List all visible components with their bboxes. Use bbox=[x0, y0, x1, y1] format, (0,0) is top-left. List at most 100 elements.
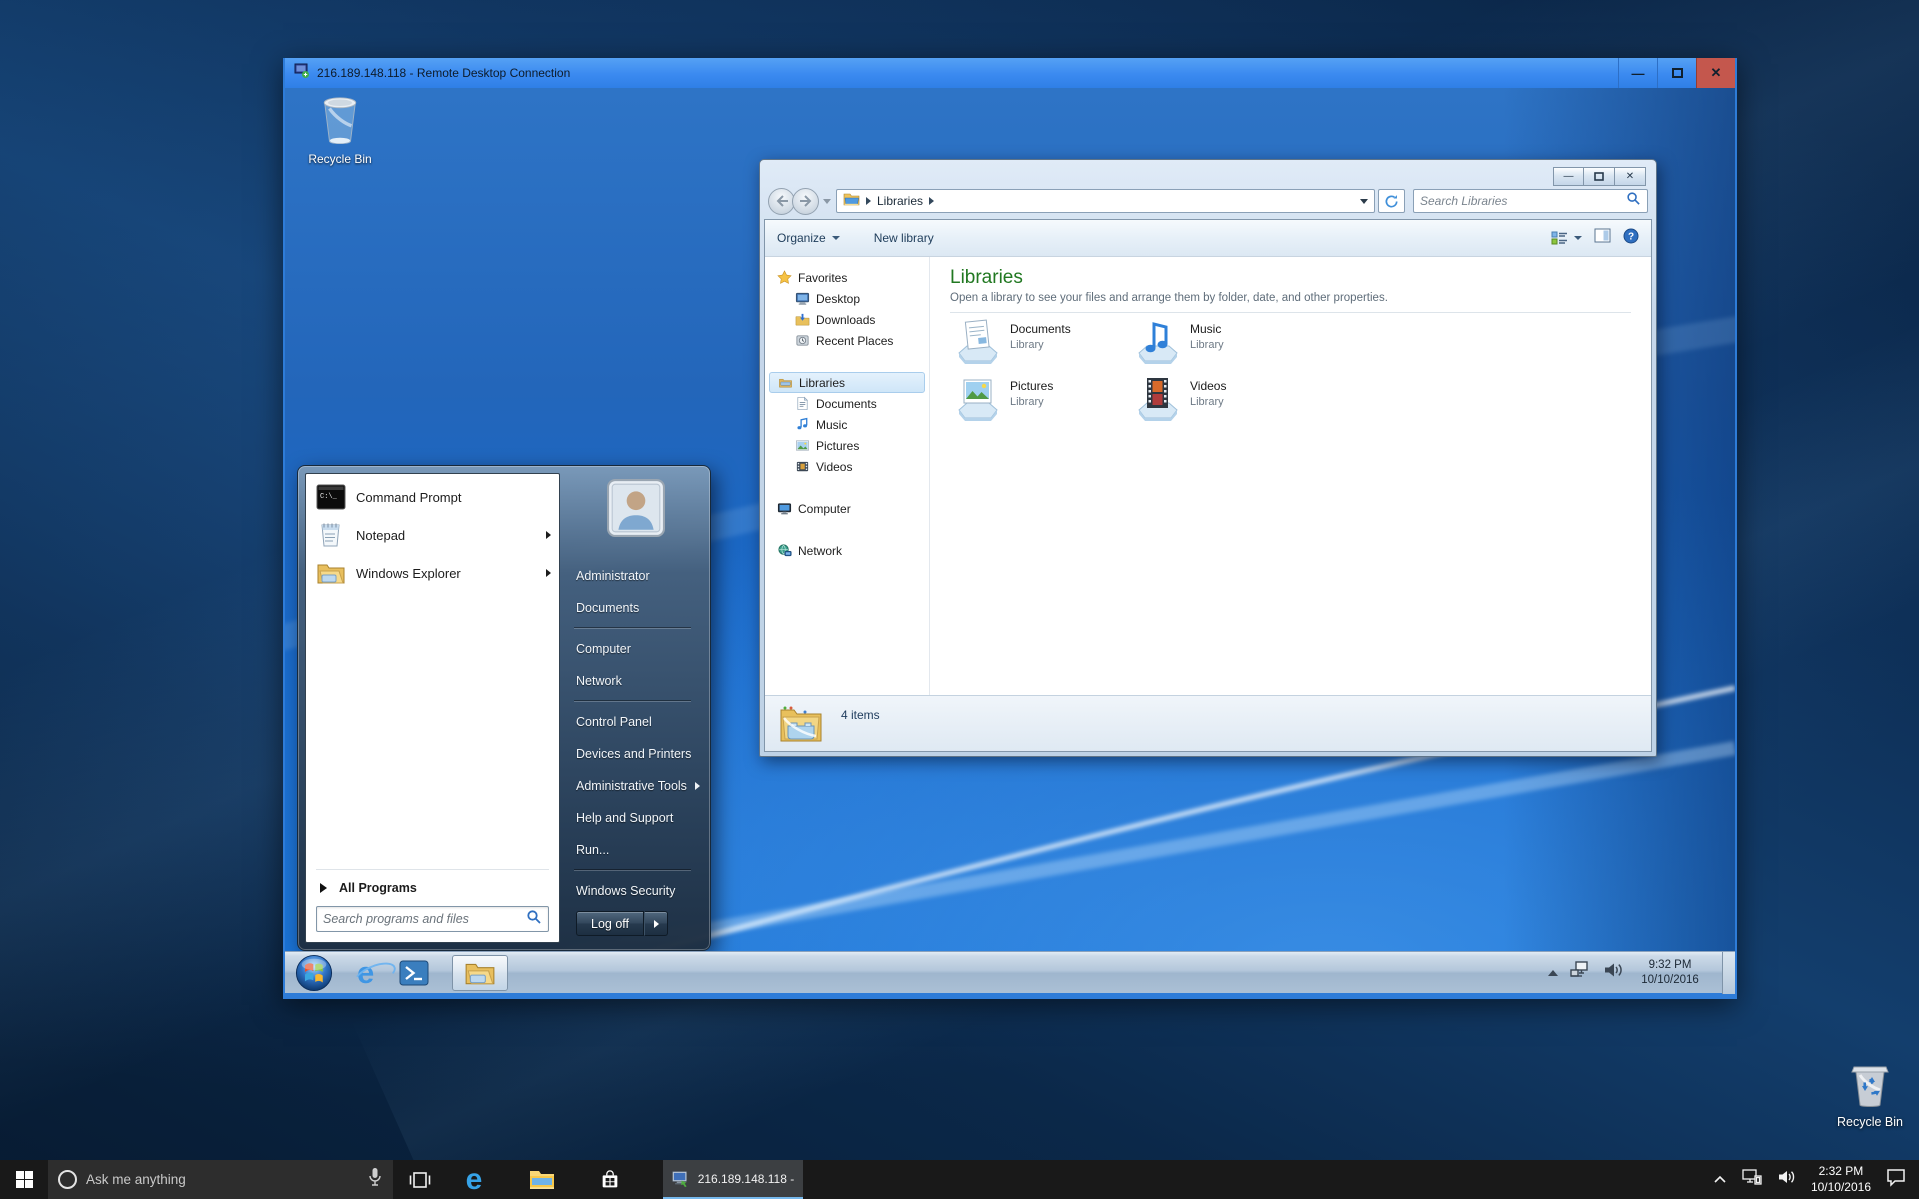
recycle-bin-label: Recycle Bin bbox=[1826, 1115, 1914, 1129]
nav-videos[interactable]: Videos bbox=[765, 456, 929, 477]
show-hidden-icons-button[interactable] bbox=[1548, 970, 1558, 976]
win7-start-button[interactable] bbox=[295, 954, 333, 992]
submenu-arrow-icon bbox=[654, 920, 659, 928]
cortana-search-input[interactable] bbox=[86, 1172, 358, 1187]
chevron-down-icon bbox=[1574, 236, 1582, 240]
library-tile-pictures[interactable]: PicturesLibrary bbox=[954, 373, 1124, 421]
refresh-button[interactable] bbox=[1378, 189, 1405, 213]
back-button[interactable] bbox=[768, 188, 795, 215]
help-button[interactable]: ? bbox=[1623, 228, 1639, 249]
videos-library-icon bbox=[1134, 373, 1182, 421]
menu-item-documents[interactable]: Documents bbox=[568, 592, 703, 624]
volume-tray-icon[interactable] bbox=[1602, 960, 1624, 985]
library-tile-music[interactable]: MusicLibrary bbox=[1134, 316, 1304, 364]
menu-item-windows-explorer[interactable]: Windows Explorer bbox=[306, 554, 559, 592]
start-search-input[interactable] bbox=[323, 912, 526, 926]
win10-clock[interactable]: 2:32 PM 10/10/2016 bbox=[1811, 1164, 1871, 1195]
breadcrumb-libraries[interactable]: Libraries bbox=[877, 194, 923, 208]
windows-logo-icon bbox=[16, 1171, 33, 1188]
preview-pane-button[interactable] bbox=[1594, 228, 1611, 248]
menu-item-control-panel[interactable]: Control Panel bbox=[568, 706, 703, 738]
show-desktop-button[interactable] bbox=[1722, 952, 1735, 994]
breadcrumb-arrow-icon[interactable] bbox=[929, 197, 934, 205]
nav-music[interactable]: Music bbox=[765, 414, 929, 435]
nav-documents[interactable]: Documents bbox=[765, 393, 929, 414]
explorer-nav-pane: Favorites Desktop Downloads bbox=[765, 257, 930, 695]
microphone-icon[interactable] bbox=[367, 1167, 383, 1192]
nav-network[interactable]: Network bbox=[765, 540, 929, 561]
task-view-button[interactable] bbox=[393, 1160, 447, 1199]
explorer-minimize-button[interactable]: — bbox=[1553, 167, 1584, 186]
video-icon bbox=[795, 459, 810, 474]
library-tile-documents[interactable]: DocumentsLibrary bbox=[954, 316, 1124, 364]
menu-item-run[interactable]: Run... bbox=[568, 834, 703, 866]
taskbar-edge[interactable]: e bbox=[447, 1160, 501, 1199]
volume-tray-icon[interactable] bbox=[1777, 1168, 1797, 1191]
menu-item-devices-and-printers[interactable]: Devices and Printers bbox=[568, 738, 703, 770]
cortana-search-box bbox=[48, 1160, 393, 1199]
organize-button[interactable]: Organize bbox=[777, 231, 840, 245]
nav-pictures[interactable]: Pictures bbox=[765, 435, 929, 456]
explorer-search-input[interactable] bbox=[1420, 194, 1626, 208]
recent-places-icon bbox=[795, 333, 810, 348]
network-tray-icon[interactable] bbox=[1741, 1168, 1763, 1191]
user-avatar[interactable] bbox=[607, 479, 665, 537]
search-icon[interactable] bbox=[526, 909, 542, 930]
taskbar-store[interactable] bbox=[583, 1160, 637, 1199]
explorer-details-pane: 4 items bbox=[765, 695, 1651, 751]
rdp-close-button[interactable]: ✕ bbox=[1696, 58, 1735, 88]
menu-item-administrative-tools[interactable]: Administrative Tools bbox=[568, 770, 703, 802]
search-icon[interactable] bbox=[1626, 191, 1641, 211]
explorer-close-button[interactable]: ✕ bbox=[1615, 167, 1646, 186]
menu-item-windows-security[interactable]: Windows Security bbox=[568, 875, 703, 907]
taskbar-internet-explorer[interactable]: e bbox=[357, 957, 374, 988]
library-tile-videos[interactable]: VideosLibrary bbox=[1134, 373, 1304, 421]
menu-item-computer[interactable]: Computer bbox=[568, 633, 703, 665]
new-library-button[interactable]: New library bbox=[874, 231, 934, 245]
taskbar-powershell[interactable] bbox=[398, 958, 430, 988]
menu-item-administrator[interactable]: Administrator bbox=[568, 560, 703, 592]
recycle-bin-label: Recycle Bin bbox=[299, 152, 381, 166]
rdp-maximize-button[interactable] bbox=[1657, 58, 1696, 88]
all-programs-button[interactable]: All Programs bbox=[306, 872, 559, 904]
menu-item-notepad[interactable]: Notepad bbox=[306, 516, 559, 554]
menu-item-network[interactable]: Network bbox=[568, 665, 703, 697]
rdp-recycle-bin[interactable]: Recycle Bin bbox=[299, 94, 381, 166]
action-center-icon[interactable] bbox=[1885, 1167, 1907, 1192]
document-icon bbox=[795, 396, 810, 411]
log-off-options-button[interactable] bbox=[644, 911, 668, 936]
taskbar-windows-explorer-active[interactable] bbox=[452, 955, 508, 991]
menu-item-command-prompt[interactable]: C:\_ Command Prompt bbox=[306, 478, 559, 516]
nav-desktop[interactable]: Desktop bbox=[765, 288, 929, 309]
libraries-icon bbox=[779, 704, 823, 744]
nav-libraries[interactable]: Libraries bbox=[769, 372, 925, 393]
win7-system-tray: 9:32 PM 10/10/2016 bbox=[1548, 952, 1735, 994]
cortana-icon[interactable] bbox=[58, 1170, 77, 1189]
menu-item-help-and-support[interactable]: Help and Support bbox=[568, 802, 703, 834]
divider bbox=[568, 866, 703, 875]
breadcrumb-arrow-icon[interactable] bbox=[866, 197, 871, 205]
taskbar-file-explorer[interactable] bbox=[515, 1160, 569, 1199]
nav-computer[interactable]: Computer bbox=[765, 498, 929, 519]
win7-clock[interactable]: 9:32 PM 10/10/2016 bbox=[1635, 958, 1705, 988]
address-dropdown-icon[interactable] bbox=[1360, 199, 1368, 204]
address-field[interactable]: Libraries bbox=[836, 189, 1375, 213]
nav-favorites[interactable]: Favorites bbox=[765, 267, 929, 288]
show-hidden-icons-button[interactable] bbox=[1713, 1171, 1727, 1189]
nav-recent-places[interactable]: Recent Places bbox=[765, 330, 929, 351]
folder-icon bbox=[316, 559, 346, 587]
host-recycle-bin[interactable]: Recycle Bin bbox=[1826, 1060, 1914, 1129]
forward-button[interactable] bbox=[792, 188, 819, 215]
views-button[interactable] bbox=[1551, 231, 1582, 246]
rdp-minimize-button[interactable]: — bbox=[1618, 58, 1657, 88]
start-menu-places-panel: Administrator Documents Computer Network… bbox=[560, 473, 703, 943]
history-dropdown-icon[interactable] bbox=[823, 199, 831, 204]
rdp-titlebar[interactable]: 216.189.148.118 - Remote Desktop Connect… bbox=[285, 58, 1735, 88]
network-tray-icon[interactable] bbox=[1569, 960, 1591, 985]
explorer-maximize-button[interactable] bbox=[1584, 167, 1615, 186]
win10-start-button[interactable] bbox=[0, 1160, 48, 1199]
log-off-button[interactable]: Log off bbox=[576, 911, 644, 936]
music-note-icon bbox=[795, 417, 810, 432]
nav-downloads[interactable]: Downloads bbox=[765, 309, 929, 330]
taskbar-rdp-session[interactable]: 216.189.148.118 - R... bbox=[663, 1160, 803, 1199]
